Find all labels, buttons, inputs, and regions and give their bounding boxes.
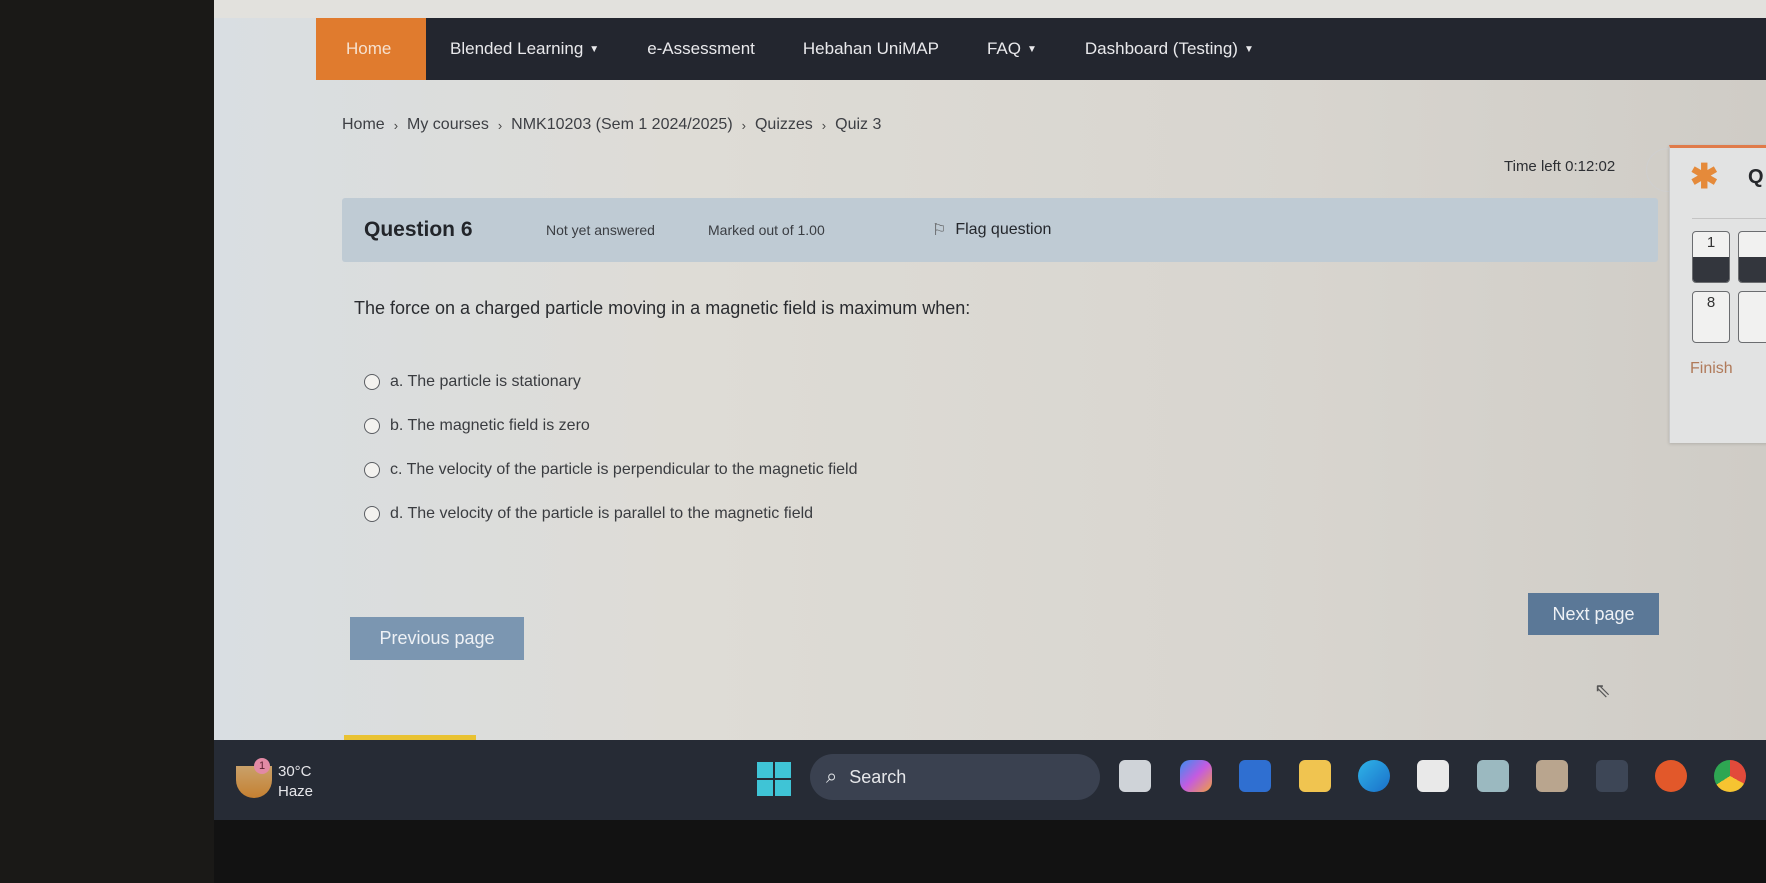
task-view-icon[interactable] xyxy=(1119,760,1151,792)
answer-label: c. The velocity of the particle is perpe… xyxy=(390,461,858,478)
nav-hebahan-unimap[interactable]: Hebahan UniMAP xyxy=(779,18,963,80)
answered-indicator xyxy=(1739,257,1766,282)
nav-faq[interactable]: FAQ ▼ xyxy=(963,18,1061,80)
question-number: Question 6 xyxy=(364,218,473,241)
quiz-nav-question-1[interactable]: 1 xyxy=(1692,231,1730,283)
nav-dashboard-testing[interactable]: Dashboard (Testing) ▼ xyxy=(1061,18,1278,80)
search-label: Search xyxy=(849,766,907,787)
top-navigation: Home Blended Learning ▼ e-Assessment Heba… xyxy=(316,18,1766,80)
browser-viewport: Home Blended Learning ▼ e-Assessment Heba… xyxy=(214,0,1766,745)
weather-condition: Haze xyxy=(278,783,314,800)
asterisk-icon: ✱ xyxy=(1690,158,1719,196)
nav-blended-learning[interactable]: Blended Learning ▼ xyxy=(426,18,623,80)
radio-button[interactable] xyxy=(364,418,380,434)
quiz-nav-question-8[interactable]: 8 xyxy=(1692,291,1730,343)
taskbar-search[interactable]: ⌕ Search xyxy=(810,754,1100,800)
chevron-down-icon: ▼ xyxy=(1243,43,1254,55)
flag-question-label: Flag question xyxy=(955,221,1052,238)
breadcrumb-quiz-3[interactable]: Quiz 3 xyxy=(835,116,881,134)
store-icon[interactable] xyxy=(1417,760,1449,792)
previous-page-button[interactable]: Previous page xyxy=(350,617,524,660)
nav-home[interactable]: Home xyxy=(316,18,426,80)
nav-faq-label: FAQ xyxy=(986,39,1021,58)
monitor-bezel-bottom xyxy=(214,820,1766,883)
nav-home-label: Home xyxy=(346,39,392,58)
chevron-right-icon: › xyxy=(741,117,746,133)
next-page-button[interactable]: Next page xyxy=(1528,593,1659,635)
question-marks: Marked out of 1.00 xyxy=(708,222,825,238)
weather-temperature: 30°C xyxy=(278,763,312,780)
answer-list: a. The particle is stationary b. The mag… xyxy=(364,360,858,536)
copilot-icon[interactable] xyxy=(1180,760,1212,792)
answer-option-d[interactable]: d. The velocity of the particle is paral… xyxy=(364,492,858,536)
browser-top-strip xyxy=(214,0,1766,18)
app-icon[interactable] xyxy=(1477,760,1509,792)
question-text: The force on a charged particle moving i… xyxy=(354,298,971,318)
weather-text: 30°C Haze xyxy=(278,762,313,802)
answer-option-a[interactable]: a. The particle is stationary xyxy=(364,360,858,404)
chevron-right-icon: › xyxy=(497,117,503,133)
radio-button[interactable] xyxy=(364,374,380,390)
answer-option-b[interactable]: b. The magnetic field is zero xyxy=(364,404,858,448)
monitor-bezel-left xyxy=(0,0,214,883)
word-icon[interactable] xyxy=(1239,760,1271,792)
radio-button[interactable] xyxy=(364,506,380,522)
edge-icon[interactable] xyxy=(1358,760,1390,792)
windows-taskbar: 1 30°C Haze ⌕ Search xyxy=(214,740,1766,820)
question-status: Not yet answered xyxy=(546,222,655,238)
answer-option-c[interactable]: c. The velocity of the particle is perpe… xyxy=(364,448,858,492)
answer-label: d. The velocity of the particle is paral… xyxy=(390,505,814,522)
breadcrumb: Home › My courses › NMK10203 (Sem 1 2024… xyxy=(342,116,881,134)
time-left: Time left 0:12:02 xyxy=(1504,158,1616,175)
breadcrumb-my-courses[interactable]: My courses xyxy=(407,116,489,134)
quiz-nav-question-2[interactable] xyxy=(1738,231,1766,283)
app-icon[interactable] xyxy=(1596,760,1628,792)
breadcrumb-course[interactable]: NMK10203 (Sem 1 2024/2025) xyxy=(511,116,732,134)
notification-badge: 1 xyxy=(254,758,270,774)
nav-hebahan-label: Hebahan UniMAP xyxy=(802,39,939,58)
search-icon: ⌕ xyxy=(826,765,838,788)
nav-blended-learning-label: Blended Learning xyxy=(450,39,584,58)
nav-e-assessment[interactable]: e-Assessment xyxy=(623,18,779,80)
quiz-navigation-title: Q xyxy=(1748,166,1764,188)
question-number-label: 8 xyxy=(1706,294,1716,311)
ea-app-icon[interactable] xyxy=(1655,760,1687,792)
answer-label: a. The particle is stationary xyxy=(390,373,581,390)
quiz-nav-question-9[interactable] xyxy=(1738,291,1766,343)
answer-label: b. The magnetic field is zero xyxy=(390,417,590,434)
answered-indicator xyxy=(1693,257,1729,282)
chevron-down-icon: ▼ xyxy=(1026,43,1037,55)
weather-haze-icon: 1 xyxy=(236,758,272,798)
nav-e-assessment-label: e-Assessment xyxy=(647,39,755,58)
chevron-right-icon: › xyxy=(393,117,399,133)
mouse-pointer-icon: ⇖ xyxy=(1594,680,1611,702)
file-explorer-icon[interactable] xyxy=(1299,760,1331,792)
question-info-bar: Question 6 Not yet answered Marked out o… xyxy=(342,198,1658,262)
question-number-label: 1 xyxy=(1706,234,1716,251)
finish-attempt-link[interactable]: Finish xyxy=(1690,360,1733,378)
flag-icon: ⚐ xyxy=(932,222,947,239)
flag-question-button[interactable]: ⚐ Flag question xyxy=(932,220,1051,240)
radio-button[interactable] xyxy=(364,462,380,478)
weather-widget[interactable]: 1 30°C Haze xyxy=(236,758,313,802)
app-icon[interactable] xyxy=(1536,760,1568,792)
chevron-down-icon: ▼ xyxy=(589,43,600,55)
chrome-icon[interactable] xyxy=(1714,760,1746,792)
divider xyxy=(1692,218,1766,219)
nav-dashboard-label: Dashboard (Testing) xyxy=(1084,39,1238,58)
breadcrumb-quizzes[interactable]: Quizzes xyxy=(755,116,813,134)
quiz-navigation-panel: ✱ Q 1 8 Finish xyxy=(1669,145,1766,443)
chevron-right-icon: › xyxy=(821,117,827,133)
windows-start-icon[interactable] xyxy=(757,762,791,796)
breadcrumb-home[interactable]: Home xyxy=(342,116,385,134)
